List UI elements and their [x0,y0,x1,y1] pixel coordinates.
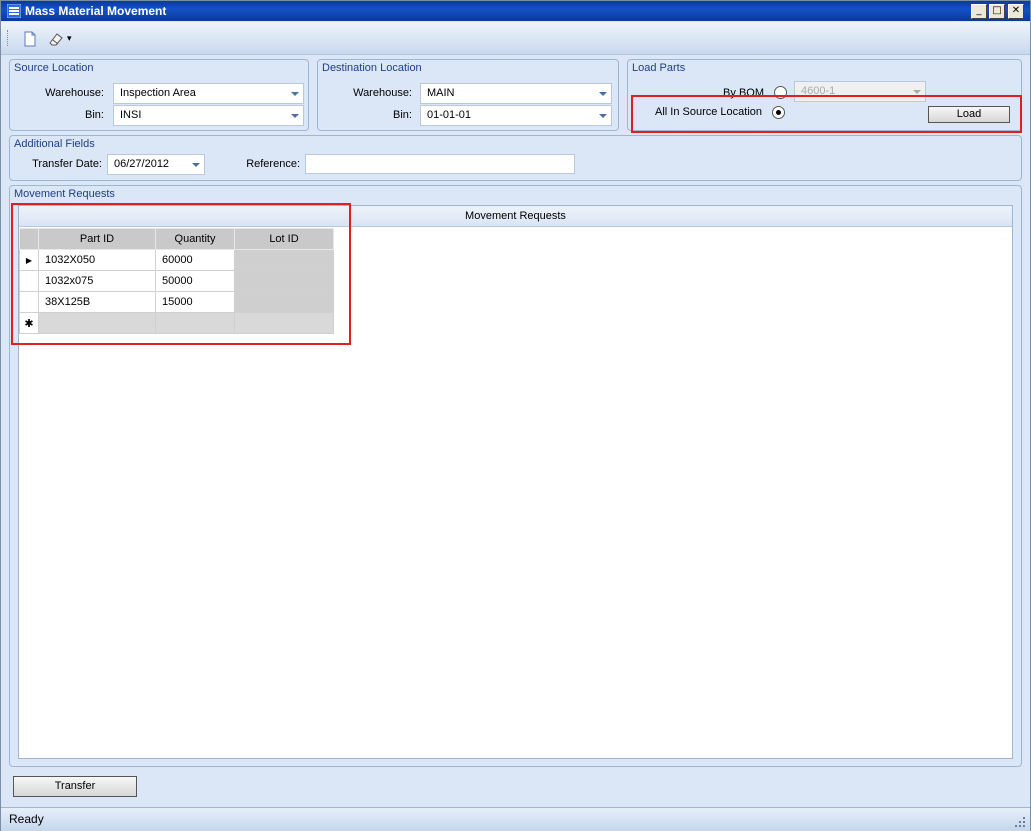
eraser-dropdown-arrow[interactable]: ▾ [67,34,72,44]
dest-warehouse-combo[interactable]: MAIN [420,83,612,104]
transfer-date-picker[interactable]: 06/27/2012 [107,154,205,175]
additional-fields-title: Additional Fields [14,138,95,150]
destination-location-title: Destination Location [322,62,422,74]
dest-warehouse-value: MAIN [427,87,455,99]
chevron-down-icon[interactable] [188,155,204,174]
dest-bin-label: Bin: [393,109,412,121]
chevron-down-icon[interactable] [287,106,303,125]
status-text: Ready [9,812,44,826]
source-bin-label: Bin: [85,109,104,121]
load-parts-title: Load Parts [632,62,686,74]
toolbar: ▾ [1,22,1030,55]
dest-bin-combo[interactable]: 01-01-01 [420,105,612,126]
eraser-icon[interactable] [47,30,65,48]
highlight-box [11,203,351,345]
source-warehouse-combo[interactable]: Inspection Area [113,83,304,104]
main-window: Mass Material Movement _ □ ✕ ▾ Source Lo… [0,0,1031,831]
source-bin-combo[interactable]: INSI [113,105,304,126]
window-title: Mass Material Movement [25,4,167,18]
source-location-group: Source Location Warehouse: Inspection Ar… [9,59,309,131]
source-warehouse-label: Warehouse: [45,87,104,99]
resize-grip-icon[interactable] [1014,816,1026,828]
chevron-down-icon[interactable] [595,84,611,103]
close-button[interactable]: ✕ [1008,4,1024,19]
source-location-title: Source Location [14,62,94,74]
reference-input[interactable] [305,154,575,174]
chevron-down-icon[interactable] [595,106,611,125]
title-bar[interactable]: Mass Material Movement _ □ ✕ [1,1,1030,21]
new-icon[interactable] [21,30,39,48]
movement-requests-title: Movement Requests [14,188,115,200]
reference-label: Reference: [246,158,300,170]
dest-bin-value: 01-01-01 [427,109,472,121]
destination-location-group: Destination Location Warehouse: MAIN Bin… [317,59,619,131]
chevron-down-icon[interactable] [287,84,303,103]
transfer-date-value: 06/27/2012 [114,158,170,170]
status-bar: Ready [1,807,1030,831]
additional-fields-group: Additional Fields Transfer Date: 06/27/2… [9,135,1022,181]
transfer-button[interactable]: Transfer [13,776,137,797]
maximize-button[interactable]: □ [989,4,1005,19]
source-bin-value: INSI [120,109,142,121]
minimize-button[interactable]: _ [971,4,987,19]
transfer-date-label: Transfer Date: [32,158,102,170]
dest-warehouse-label: Warehouse: [353,87,412,99]
highlight-box [631,95,1022,133]
app-menu-icon[interactable] [7,4,21,18]
source-warehouse-value: Inspection Area [120,87,196,99]
toolbar-grip[interactable] [7,30,10,46]
